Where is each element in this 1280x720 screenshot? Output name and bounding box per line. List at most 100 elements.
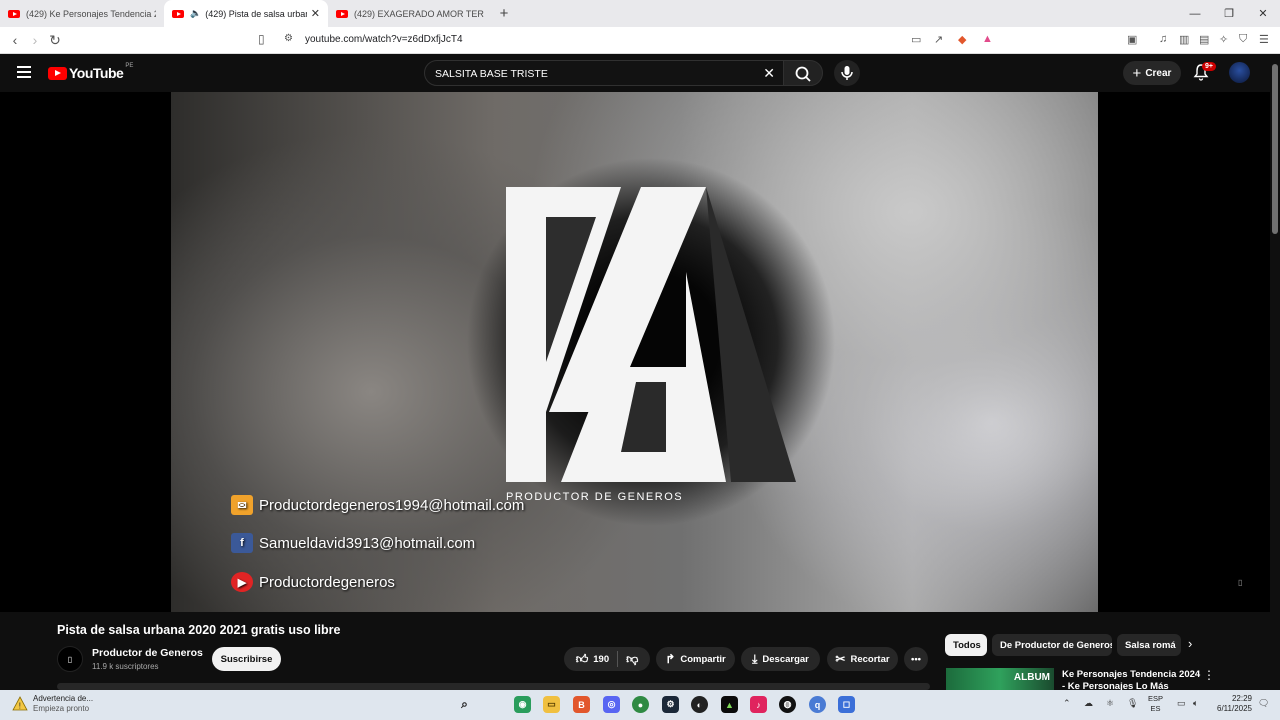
recommendation-thumbnail[interactable]: ALBUM xyxy=(946,668,1054,690)
site-info-icon[interactable]: ⚙ xyxy=(284,33,293,44)
email-icon: ✉ xyxy=(231,495,253,515)
leo-ai-icon[interactable]: ✧ xyxy=(1219,33,1228,46)
subscribe-button[interactable]: Suscribirse xyxy=(212,647,281,671)
more-actions-button[interactable]: ••• xyxy=(904,647,928,671)
microphone-icon xyxy=(841,66,853,80)
recommendation-more-icon[interactable]: ⋮ xyxy=(1203,668,1215,682)
app-icon[interactable]: ◉ xyxy=(514,696,531,713)
tray-mic-icon[interactable]: 🎙︎ xyxy=(1127,698,1138,709)
clock-time: 22:29 xyxy=(1231,694,1252,703)
clip-button[interactable]: ✂ Recortar xyxy=(827,647,898,671)
sidepanel-icon[interactable]: ▥ xyxy=(1179,33,1189,46)
warning-icon[interactable]: ! xyxy=(12,696,28,712)
qbittorrent-icon[interactable]: q xyxy=(809,696,826,713)
sidebar-toggle-icon[interactable]: ▣ xyxy=(1127,33,1137,46)
youtube-icon: ▶ xyxy=(231,572,253,592)
channel-avatar[interactable]: ▯ xyxy=(57,646,83,672)
file-explorer-icon[interactable]: ▭ xyxy=(543,696,560,713)
tiktok-icon[interactable]: ♪ xyxy=(750,696,767,713)
app-icon[interactable]: ◻ xyxy=(838,696,855,713)
brave-browser-icon[interactable]: B xyxy=(573,696,590,713)
share-label: Compartir xyxy=(680,653,726,665)
search-taskbar-icon[interactable]: ⌕ xyxy=(456,696,473,713)
video-frame[interactable]: PRODUCTOR DE GENEROS ✉ Productordegenero… xyxy=(171,92,1098,612)
browser-menu-icon[interactable]: ☰ xyxy=(1259,33,1269,46)
youtube-play-icon xyxy=(48,66,67,80)
share-button[interactable]: ↱ Compartir xyxy=(656,647,735,671)
music-icon[interactable]: ♫ xyxy=(1159,33,1167,45)
channel-name[interactable]: Productor de Generos xyxy=(92,647,203,659)
close-window-icon[interactable]: ✕ xyxy=(1246,0,1280,27)
recommendation-title[interactable]: Ke Personajes Tendencia 2024 - Ke Person… xyxy=(1062,669,1202,690)
cast-icon[interactable]: ▭ xyxy=(911,33,921,46)
create-label: Crear xyxy=(1145,67,1172,79)
share-page-icon[interactable]: ↗ xyxy=(934,33,943,46)
window-controls: — ❐ ✕ xyxy=(1178,0,1280,27)
notification-badge: 9+ xyxy=(1202,62,1216,71)
steam-icon[interactable]: ⚙ xyxy=(662,696,679,713)
forward-icon[interactable]: › xyxy=(25,32,45,48)
close-tab-icon[interactable]: ✕ xyxy=(311,7,320,20)
brave-rewards-icon[interactable]: ▲ xyxy=(982,33,993,45)
reload-icon[interactable]: ↻ xyxy=(45,32,65,49)
clear-search-icon[interactable]: ✕ xyxy=(763,65,775,82)
chip-all[interactable]: Todos xyxy=(945,634,987,656)
chrome-icon[interactable]: ● xyxy=(632,696,649,713)
search-button[interactable] xyxy=(783,60,823,86)
page-scrollbar[interactable] xyxy=(1270,54,1280,690)
like-icon[interactable]: 👍︎ xyxy=(576,652,589,667)
app-icon[interactable]: ▲ xyxy=(721,696,738,713)
svg-text:!: ! xyxy=(19,702,21,711)
like-count[interactable]: 190 xyxy=(593,654,609,665)
chevron-right-icon[interactable]: › xyxy=(1188,636,1192,651)
video-player[interactable]: PRODUCTOR DE GENEROS ✉ Productordegenero… xyxy=(0,92,1270,612)
wallet-icon[interactable]: ▤ xyxy=(1199,33,1209,46)
youtube-favicon-icon xyxy=(8,9,20,18)
browser-tab[interactable]: (429) EXAGERADO AMOR TERCER CIE xyxy=(328,0,492,27)
plus-icon: + xyxy=(1132,64,1142,82)
browser-tab-active[interactable]: 🔈 (429) Pista de salsa urbana 20 ✕ xyxy=(164,0,328,27)
description-box[interactable] xyxy=(57,683,930,690)
app-icon[interactable]: ◐ xyxy=(691,696,708,713)
logo-text: YouTube xyxy=(69,65,124,81)
restore-icon[interactable]: ❐ xyxy=(1212,0,1246,27)
chip-salsa[interactable]: Salsa romá xyxy=(1117,634,1181,656)
tab-title: (429) Ke Personajes Tendencia 2024 xyxy=(26,8,156,19)
voice-search-button[interactable] xyxy=(834,60,860,86)
new-tab-button[interactable]: + xyxy=(492,0,516,27)
vpn-icon[interactable]: ⛉ xyxy=(1239,33,1247,46)
share-icon: ↱ xyxy=(665,652,676,666)
system-clock[interactable]: 22:29 6/11/2025 xyxy=(1212,694,1252,714)
account-avatar[interactable] xyxy=(1229,62,1250,83)
create-button[interactable]: + Crear xyxy=(1123,61,1181,85)
weather-warning-widget[interactable]: Advertencia de... Empieza pronto xyxy=(33,694,93,714)
discord-icon[interactable]: ◎ xyxy=(603,696,620,713)
tab-title: (429) Pista de salsa urbana 20 xyxy=(205,8,307,19)
youtube-logo[interactable]: YouTube PE xyxy=(48,63,134,81)
language-indicator[interactable]: ESP ES xyxy=(1148,694,1163,714)
volume-icon[interactable]: 🔈︎ xyxy=(1193,698,1198,709)
browser-tab[interactable]: (429) Ke Personajes Tendencia 2024 xyxy=(0,0,164,27)
speaker-icon[interactable]: 🔈 xyxy=(190,8,201,19)
brave-shield-icon[interactable]: ◆ xyxy=(958,33,966,46)
app-icon[interactable]: ◍ xyxy=(779,696,796,713)
url-field[interactable]: youtube.com/watch?v=z6dDxfjJcT4 xyxy=(305,34,463,45)
network-icon[interactable]: ▭ xyxy=(1177,698,1186,709)
tray-overflow-icon[interactable]: ⌃ xyxy=(1063,698,1071,709)
chip-channel[interactable]: De Productor de Generos xyxy=(992,634,1112,656)
back-icon[interactable]: ‹ xyxy=(5,32,25,48)
download-button[interactable]: ⤓ Descargar xyxy=(741,647,820,671)
scrollbar-thumb[interactable] xyxy=(1272,64,1278,234)
notification-center-icon[interactable]: 🗨︎ xyxy=(1258,698,1269,709)
country-code: PE xyxy=(125,63,134,69)
contact-facebook: f Samueldavid3913@hotmail.com xyxy=(231,533,475,553)
hamburger-menu-icon[interactable] xyxy=(17,66,31,78)
tray-app-icon[interactable]: ⚛ xyxy=(1106,698,1114,709)
search-query-text: SALSITA BASE TRISTE xyxy=(435,68,548,80)
minimize-icon[interactable]: — xyxy=(1178,0,1212,27)
bookmark-icon[interactable]: ▯ xyxy=(258,32,265,46)
tray-app-icon[interactable]: ☁ xyxy=(1084,698,1093,709)
channel-watermark-icon[interactable]: ▯ xyxy=(1238,578,1242,587)
search-input[interactable]: SALSITA BASE TRISTE ✕ xyxy=(424,60,784,86)
dislike-icon[interactable]: 👎︎ xyxy=(626,652,638,667)
